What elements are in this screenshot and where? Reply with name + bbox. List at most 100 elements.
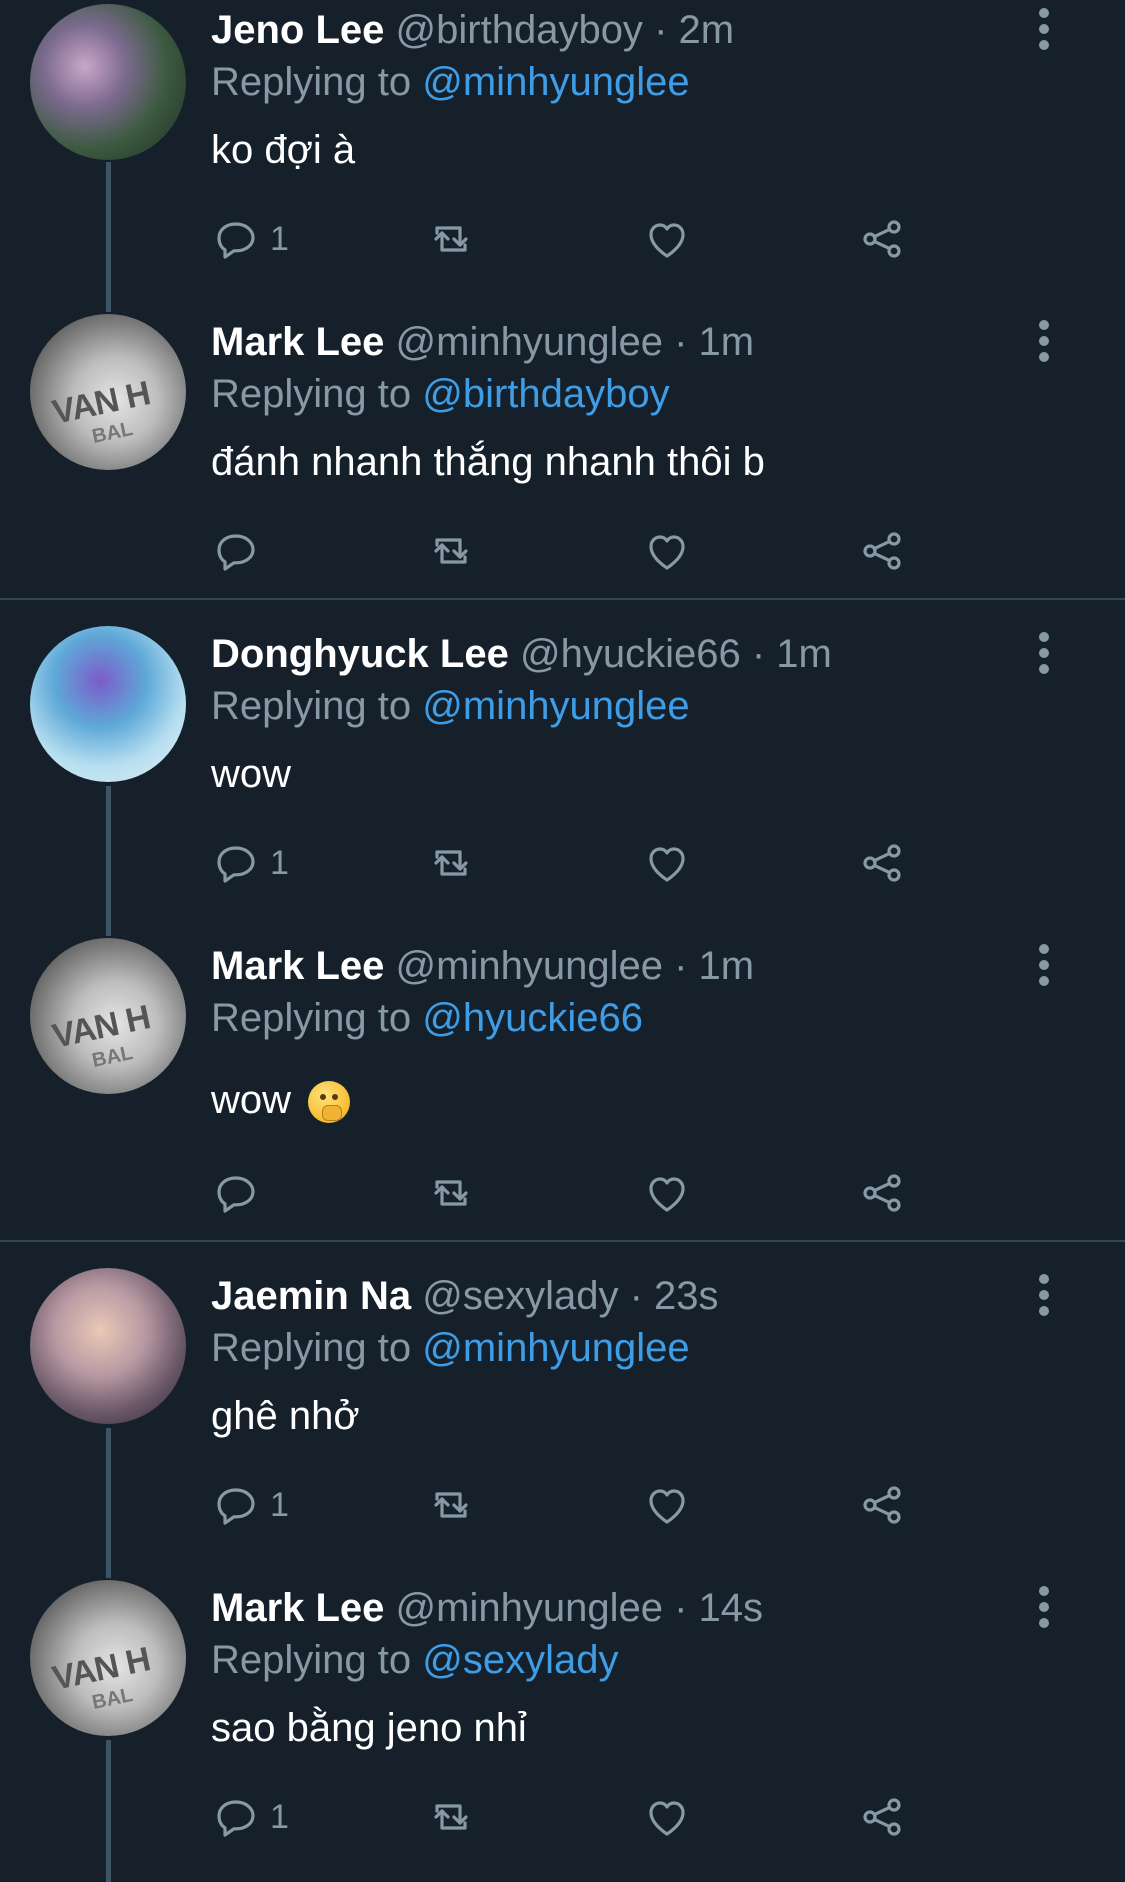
retweet-icon [434,538,468,564]
reply-count: 1 [270,843,289,882]
action-bar: 1 [0,1480,1125,1530]
mark-avatar[interactable]: VAN H BAL [30,1580,186,1736]
more-options-icon[interactable] [1030,8,1058,52]
timestamp[interactable]: 1m [699,944,755,988]
heart-icon [649,1177,685,1212]
timestamp[interactable]: 1m [699,320,755,364]
display-name[interactable]: Jeno Lee [211,8,384,52]
mention-link[interactable]: @minhyunglee [422,60,689,104]
mention-link[interactable]: @birthdayboy [422,372,669,416]
reply-icon [217,1800,255,1837]
like-button[interactable] [643,526,691,576]
share-button[interactable] [858,838,906,888]
retweet-button[interactable] [427,1480,475,1530]
replying-to: Replying to @hyuckie66 [211,994,643,1042]
replying-label: Replying to [211,1638,412,1682]
retweet-button[interactable] [427,214,475,264]
jeno-avatar[interactable] [30,4,186,160]
handle[interactable]: @minhyunglee [396,1586,663,1630]
retweet-icon [434,1180,468,1206]
more-options-icon[interactable] [1030,1586,1058,1630]
mention-link[interactable]: @minhyunglee [422,684,689,728]
more-options-icon[interactable] [1030,1274,1058,1318]
like-button[interactable] [643,1480,691,1530]
heart-icon [649,847,685,882]
tweet-header: Mark Lee @minhyunglee · 1m [211,942,754,990]
retweet-button[interactable] [427,1168,475,1218]
timestamp[interactable]: 2m [679,8,735,52]
replying-label: Replying to [211,996,412,1040]
share-icon [863,1174,901,1212]
timestamp[interactable]: 1m [776,632,832,676]
reply-icon [217,534,255,571]
more-options-icon[interactable] [1030,632,1058,676]
jaemin-avatar[interactable] [30,1268,186,1424]
reply-button[interactable]: 1 [212,838,289,888]
tweet[interactable]: VAN H BAL Mark Lee @minhyunglee · 14s Re… [0,1578,1125,1882]
mention-link[interactable]: @minhyunglee [422,1326,689,1370]
reply-count: 1 [270,1797,289,1836]
more-options-icon[interactable] [1030,320,1058,364]
retweet-button[interactable] [427,1792,475,1842]
display-name[interactable]: Mark Lee [211,944,384,988]
heart-icon [649,1801,685,1836]
handle[interactable]: @minhyunglee [396,944,663,988]
mark-avatar[interactable]: VAN H BAL [30,314,186,470]
share-button[interactable] [858,1480,906,1530]
display-name[interactable]: Mark Lee [211,1586,384,1630]
reply-count: 1 [270,219,289,258]
timestamp[interactable]: 14s [699,1586,764,1630]
tweet[interactable]: Donghyuck Lee @hyuckie66 · 1m Replying t… [0,624,1125,936]
more-options-icon[interactable] [1030,944,1058,988]
like-button[interactable] [643,214,691,264]
display-name[interactable]: Mark Lee [211,320,384,364]
share-button[interactable] [858,214,906,264]
tweet[interactable]: Jaemin Na @sexylady · 23s Replying to @m… [0,1266,1125,1578]
retweet-button[interactable] [427,838,475,888]
tweet[interactable]: Jeno Lee @birthdayboy · 2m Replying to @… [0,0,1125,312]
like-button[interactable] [643,1168,691,1218]
retweet-button[interactable] [427,526,475,576]
handle[interactable]: @birthdayboy [396,8,643,52]
separator: · [654,8,668,52]
replying-to: Replying to @minhyunglee [211,58,690,106]
display-name[interactable]: Jaemin Na [211,1274,411,1318]
share-button[interactable] [858,1168,906,1218]
tweet-text: sao bằng jeno nhỉ [211,1706,527,1750]
tweet-header: Mark Lee @minhyunglee · 1m [211,318,754,366]
donghyuck-avatar[interactable] [30,626,186,782]
reply-button[interactable]: 1 [212,1792,289,1842]
share-button[interactable] [858,526,906,576]
thread-divider [0,1240,1125,1242]
reply-button[interactable] [212,1168,270,1218]
tweet[interactable]: VAN H BAL Mark Lee @minhyunglee · 1m Rep… [0,936,1125,1240]
tweet-header: Jaemin Na @sexylady · 23s [211,1272,719,1320]
timestamp[interactable]: 23s [654,1274,719,1318]
replying-to: Replying to @minhyunglee [211,1324,690,1372]
reply-button[interactable]: 1 [212,1480,289,1530]
handle[interactable]: @minhyunglee [396,320,663,364]
tweet[interactable]: VAN H BAL Mark Lee @minhyunglee · 1m Rep… [0,312,1125,598]
handle[interactable]: @sexylady [422,1274,618,1318]
reply-thread-feed: Jeno Lee @birthdayboy · 2m Replying to @… [0,0,1125,1882]
share-button[interactable] [858,1792,906,1842]
like-button[interactable] [643,1792,691,1842]
like-button[interactable] [643,838,691,888]
heart-icon [649,535,685,570]
mark-avatar[interactable]: VAN H BAL [30,938,186,1094]
heart-icon [649,223,685,258]
handle[interactable]: @hyuckie66 [520,632,741,676]
reply-button[interactable]: 1 [212,214,289,264]
reply-button[interactable] [212,526,270,576]
action-bar: 1 [0,838,1125,888]
separator: · [629,1274,643,1318]
tweet-text: ko đợi à [211,128,356,172]
action-bar [0,526,1125,576]
display-name[interactable]: Donghyuck Lee [211,632,509,676]
tweet-text-content: wow [211,1078,292,1122]
heart-icon [649,1489,685,1524]
reply-icon [217,846,255,883]
mention-link[interactable]: @hyuckie66 [422,996,643,1040]
retweet-icon [434,226,468,252]
mention-link[interactable]: @sexylady [422,1638,618,1682]
